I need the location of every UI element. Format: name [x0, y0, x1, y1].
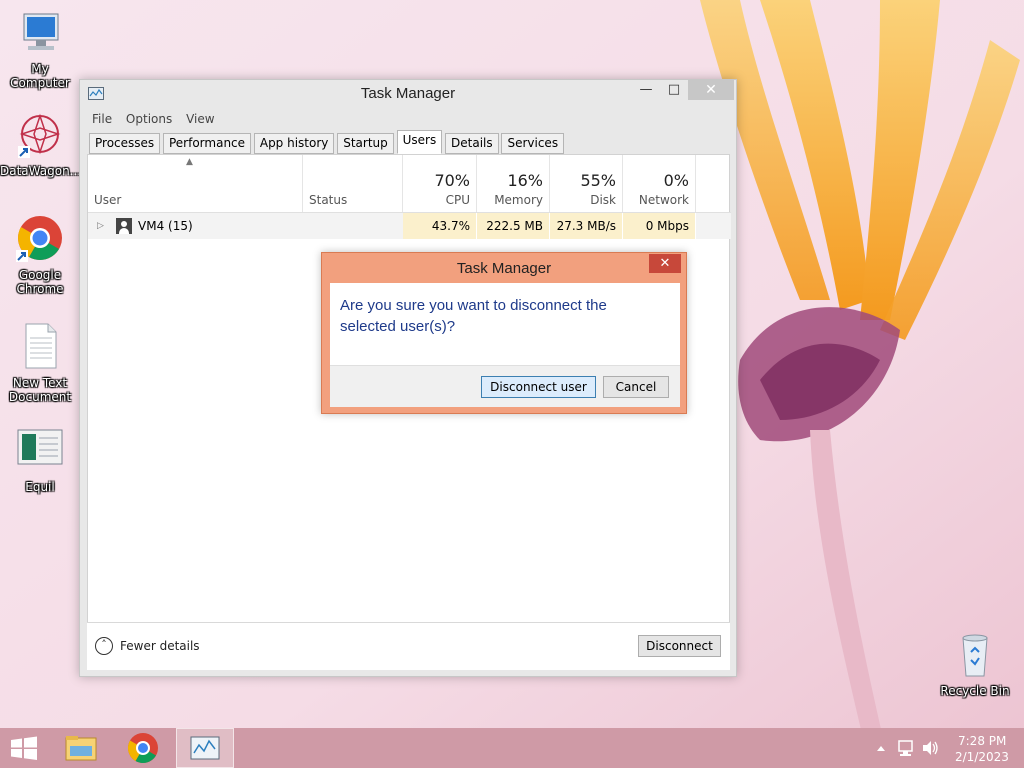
desktop-icon-label: Equil: [25, 480, 55, 494]
network-tray-button[interactable]: [896, 728, 916, 768]
confirm-disconnect-dialog: Task Manager ✕ Are you sure you want to …: [321, 252, 687, 414]
tab-processes[interactable]: Processes: [89, 133, 161, 154]
desktop-icon-label: Google: [18, 268, 62, 282]
user-name: VM4 (15): [138, 219, 193, 233]
chevron-up-icon: [877, 746, 885, 751]
column-header-memory[interactable]: 16% Memory: [477, 155, 550, 212]
column-header-network[interactable]: 0% Network: [623, 155, 696, 212]
menu-file[interactable]: File: [92, 108, 112, 130]
menu-bar: File Options View: [80, 108, 736, 130]
volume-tray-button[interactable]: [920, 728, 940, 768]
cancel-button[interactable]: Cancel: [603, 376, 669, 398]
tab-details[interactable]: Details: [445, 133, 499, 154]
user-cpu: 43.7%: [403, 213, 477, 239]
clock-date[interactable]: 2/1/2023: [955, 750, 1009, 764]
desktop-icon-label: New Text: [12, 376, 68, 390]
user-network: 0 Mbps: [623, 213, 696, 239]
menu-options[interactable]: Options: [126, 108, 172, 130]
tab-app-history[interactable]: App history: [253, 133, 335, 154]
expand-arrow-icon[interactable]: ▷: [97, 213, 104, 239]
fewer-details-link[interactable]: Fewer details: [120, 639, 200, 653]
desktop-icon-datawagon[interactable]: DataWagon...: [0, 110, 82, 178]
desktop-icon-label: Recycle Bin: [940, 684, 1010, 698]
tab-performance[interactable]: Performance: [162, 133, 252, 154]
clock-time[interactable]: 7:28 PM: [958, 734, 1006, 748]
windows-start-icon: [11, 736, 37, 760]
disconnect-user-button[interactable]: Disconnect user: [481, 376, 596, 398]
column-header-user[interactable]: ▲ User: [88, 155, 303, 212]
task-manager-icon: [190, 736, 220, 760]
start-button[interactable]: [0, 728, 48, 768]
window-footer: ˄ Fewer details Disconnect: [87, 622, 730, 670]
desktop-icon-label: My Computer: [10, 62, 70, 90]
tab-users[interactable]: Users: [396, 130, 443, 154]
file-explorer-taskbar-button[interactable]: [58, 728, 104, 768]
dialog-message: Are you sure you want to disconnect the …: [340, 297, 607, 335]
computer-icon: [14, 8, 66, 60]
desktop-icon-label: Chrome: [16, 282, 64, 296]
memory-total-percent: 16%: [507, 171, 543, 190]
dialog-body: Are you sure you want to disconnect the …: [330, 283, 680, 407]
desktop-icon-label: Document: [8, 390, 72, 404]
close-button[interactable]: ✕: [688, 80, 734, 100]
desktop-icon-label: DataWagon...: [0, 164, 82, 178]
maximize-button[interactable]: □: [660, 80, 688, 100]
equil-icon: [14, 426, 66, 478]
show-hidden-icons-button[interactable]: [874, 728, 888, 768]
dialog-title: Task Manager: [456, 260, 552, 277]
user-icon: [116, 218, 132, 234]
file-explorer-icon: [65, 736, 97, 761]
sort-ascending-icon: ▲: [186, 157, 193, 167]
user-status: [303, 213, 403, 239]
cpu-total-percent: 70%: [434, 171, 470, 190]
column-header-disk[interactable]: 55% Disk: [550, 155, 623, 212]
tab-strip: Processes Performance App history Startu…: [80, 130, 736, 154]
network-total-percent: 0%: [663, 171, 689, 190]
speaker-icon: [923, 741, 938, 755]
desktop-icon-my-computer[interactable]: My Computer: [0, 8, 80, 90]
recycle-bin-icon: [949, 630, 1001, 682]
menu-view[interactable]: View: [186, 108, 214, 130]
column-header-cpu[interactable]: 70% CPU: [403, 155, 477, 212]
dialog-close-button[interactable]: ✕: [649, 254, 681, 273]
chrome-taskbar-button[interactable]: [120, 728, 166, 768]
desktop-icon-new-text-document[interactable]: New Text Document: [0, 322, 80, 404]
title-bar[interactable]: Task Manager — □ ✕: [80, 80, 736, 108]
chrome-icon: [127, 733, 158, 764]
chrome-icon: [14, 214, 66, 266]
user-memory: 222.5 MB: [477, 213, 550, 239]
dialog-button-bar: Disconnect user Cancel: [330, 365, 680, 407]
disconnect-button[interactable]: Disconnect: [638, 635, 721, 657]
column-header-status[interactable]: Status: [303, 155, 403, 212]
user-disk: 27.3 MB/s: [550, 213, 623, 239]
disk-total-percent: 55%: [580, 171, 616, 190]
desktop-icon-equil[interactable]: Equil: [0, 426, 80, 494]
datawagon-icon: [14, 110, 66, 162]
network-icon: [898, 740, 913, 756]
text-document-icon: [14, 322, 66, 374]
tab-startup[interactable]: Startup: [337, 133, 394, 154]
task-manager-taskbar-button[interactable]: [176, 728, 234, 768]
chevron-up-icon[interactable]: ˄: [95, 637, 113, 655]
tab-services[interactable]: Services: [501, 133, 565, 154]
minimize-button[interactable]: —: [632, 80, 660, 100]
desktop-icon-recycle-bin[interactable]: Recycle Bin: [935, 630, 1015, 698]
table-row[interactable]: ▷ VM4 (15) 43.7% 222.5 MB 27.3 MB/s 0 Mb…: [88, 213, 731, 239]
desktop-icon-google-chrome[interactable]: Google Chrome: [0, 214, 80, 296]
taskbar: 7:28 PM 2/1/2023: [0, 728, 1024, 768]
